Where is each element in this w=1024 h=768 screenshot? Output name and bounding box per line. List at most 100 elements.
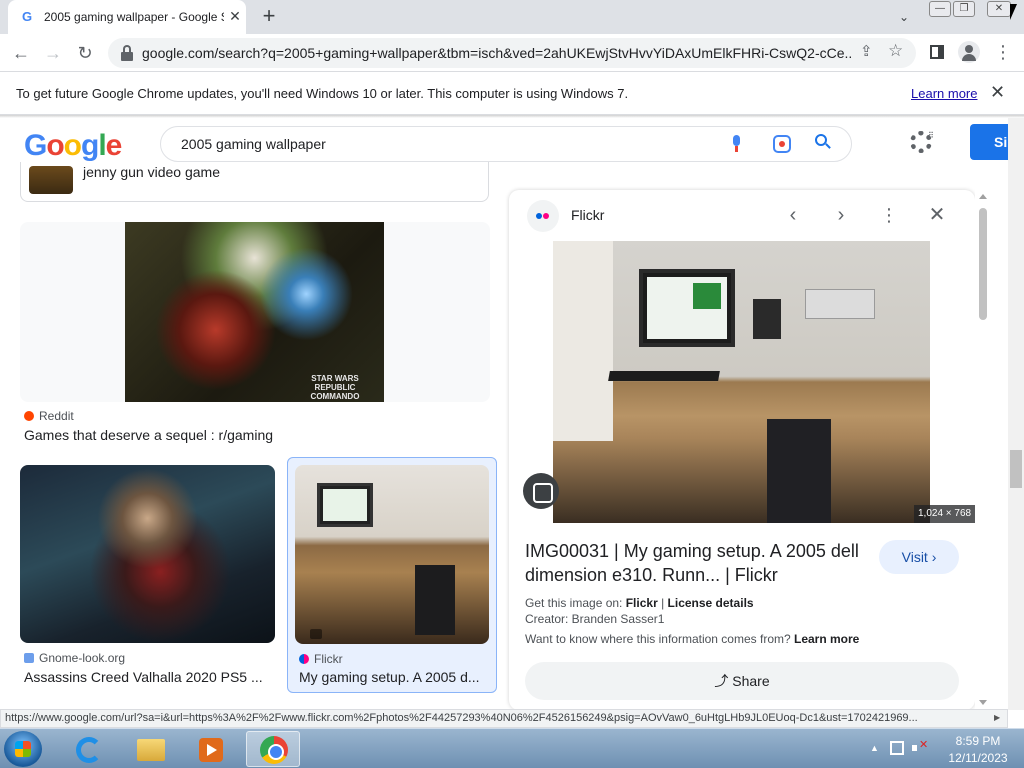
clock-date[interactable]: 12/11/2023 — [942, 751, 1014, 765]
url-text[interactable]: google.com/search?q=2005+gaming+wallpape… — [142, 45, 852, 61]
result-thumbnail[interactable] — [29, 166, 73, 194]
action-center-flag-icon[interactable] — [890, 741, 904, 755]
previous-result-card[interactable]: jenny gun video game — [20, 162, 489, 202]
update-infobar: To get future Google Chrome updates, you… — [0, 73, 1024, 115]
taskbar-internet-explorer[interactable] — [62, 731, 116, 767]
result-title[interactable]: Assassins Creed Valhalla 2020 PS5 ... — [24, 669, 270, 685]
image-result[interactable]: STAR WARS REPUBLIC COMMANDO Reddit Games… — [20, 222, 490, 452]
reload-button[interactable]: ↻ — [72, 40, 98, 66]
show-hidden-icons-arrow-icon[interactable]: ▲ — [870, 743, 879, 753]
google-logo[interactable]: Google — [24, 130, 122, 162]
lock-icon[interactable] — [120, 45, 134, 61]
new-tab-button[interactable]: + — [256, 5, 282, 29]
preview-title[interactable]: IMG00031 | My gaming setup. A 2005 dell … — [525, 539, 865, 587]
preview-image[interactable] — [553, 241, 930, 523]
share-page-icon[interactable]: ⇪ — [860, 42, 873, 60]
previous-result-button[interactable]: ‹ — [779, 202, 807, 230]
gnome-look-icon — [24, 653, 34, 663]
folder-icon — [137, 739, 165, 761]
next-result-button[interactable]: › — [827, 202, 855, 230]
result-title[interactable]: Games that deserve a sequel : r/gaming — [24, 427, 484, 443]
learn-more-link[interactable]: Learn more — [794, 632, 859, 646]
pc-tower-shape — [415, 565, 455, 635]
pc-tower-shape — [767, 419, 831, 523]
google-favicon-icon: G — [22, 9, 33, 24]
search-query-text[interactable]: 2005 gaming wallpaper — [181, 136, 326, 152]
browser-tab[interactable]: G 2005 gaming wallpaper - Google Search … — [8, 0, 246, 34]
window-close-button[interactable]: ✕ — [987, 1, 1011, 17]
result-image[interactable]: STAR WARS REPUBLIC COMMANDO — [125, 222, 384, 402]
bookmark-star-icon[interactable]: ☆ — [888, 41, 903, 61]
windows-taskbar: ▲ ✕ 8:59 PM 12/11/2023 — [0, 728, 1024, 768]
share-button[interactable]: ⤴ Share — [525, 662, 959, 700]
flickr-icon[interactable] — [527, 200, 559, 232]
chrome-menu-icon[interactable]: ⋮ — [994, 40, 1012, 64]
image-dimensions-badge: 1,024 × 768 — [914, 505, 975, 523]
visit-button[interactable]: Visit › — [879, 540, 959, 574]
license-details-link[interactable]: License details — [668, 596, 754, 610]
image-result[interactable]: Gnome-look.org Assassins Creed Valhalla … — [20, 465, 276, 695]
volume-muted-icon[interactable]: ✕ — [912, 739, 928, 755]
window-maximize-button[interactable]: ❐ — [953, 1, 975, 17]
result-image[interactable] — [20, 465, 275, 643]
search-input[interactable]: 2005 gaming wallpaper — [160, 126, 852, 162]
image-result-selected[interactable]: Flickr My gaming setup. A 2005 d... — [287, 457, 497, 693]
page-scrollbar[interactable] — [1008, 118, 1024, 710]
internet-explorer-icon — [76, 737, 102, 763]
forward-button[interactable]: → — [40, 40, 66, 66]
info-source-line: Want to know where this information come… — [525, 632, 860, 646]
address-bar[interactable]: google.com/search?q=2005+gaming+wallpape… — [108, 38, 916, 68]
creator-text: Creator: Branden Sasser1 — [525, 612, 665, 626]
link-status-bar: https://www.google.com/url?sa=i&url=http… — [0, 709, 1008, 728]
result-source[interactable]: Gnome-look.org — [24, 651, 125, 665]
image-preview-panel: Flickr ‹ › ⋮ ✕ 1,024 × 768 IMG00031 | My… — [509, 190, 975, 710]
preview-site-name[interactable]: Flickr — [571, 207, 604, 223]
tab-search-icon[interactable]: ⌄ — [892, 6, 916, 28]
chrome-icon — [260, 736, 288, 764]
scrollbar-thumb[interactable] — [979, 208, 987, 320]
result-title[interactable]: jenny gun video game — [83, 164, 220, 180]
scroll-right-arrow-icon[interactable]: ▶ — [994, 713, 1000, 722]
more-options-icon[interactable]: ⋮ — [875, 202, 903, 230]
profile-avatar-icon[interactable] — [958, 41, 980, 63]
close-preview-button[interactable]: ✕ — [923, 202, 951, 230]
preview-scrollbar[interactable] — [975, 190, 991, 710]
monitor-shape — [317, 483, 373, 527]
scrollbar-thumb[interactable] — [1010, 450, 1022, 488]
result-image-frame[interactable]: STAR WARS REPUBLIC COMMANDO — [20, 222, 490, 402]
media-player-icon — [199, 738, 223, 762]
clock-time[interactable]: 8:59 PM — [942, 734, 1014, 748]
result-image[interactable] — [295, 465, 489, 644]
flickr-icon — [299, 654, 309, 664]
microphone-icon[interactable] — [731, 135, 741, 153]
scroll-down-arrow-icon[interactable] — [979, 700, 987, 705]
tab-close-icon[interactable]: ✕ — [226, 7, 244, 25]
monitor-shape — [639, 269, 735, 347]
side-panel-icon[interactable] — [930, 45, 944, 59]
google-apps-icon[interactable]: ⠿ — [928, 132, 946, 151]
search-icon[interactable] — [815, 134, 833, 152]
taskbar-file-explorer[interactable] — [124, 731, 178, 767]
keyboard-shape — [608, 371, 720, 381]
scroll-up-arrow-icon[interactable] — [979, 194, 987, 199]
start-button[interactable] — [4, 731, 42, 767]
get-site-link[interactable]: Flickr — [626, 596, 658, 610]
search-image-lens-icon[interactable] — [523, 473, 559, 509]
mouse-cursor-icon — [1010, 4, 1017, 20]
taskbar-media-player[interactable] — [184, 731, 238, 767]
google-lens-icon[interactable] — [773, 135, 791, 153]
window-minimize-button[interactable]: — — [929, 1, 951, 17]
image-logo-text: STAR WARS REPUBLIC COMMANDO — [310, 374, 360, 401]
tab-title: 2005 gaming wallpaper - Google Search — [44, 10, 224, 24]
back-button[interactable]: ← — [8, 40, 34, 66]
image-badge-icon — [310, 629, 322, 639]
taskbar-chrome[interactable] — [246, 731, 300, 767]
infobar-close-icon[interactable]: ✕ — [990, 82, 1005, 103]
result-source[interactable]: Reddit — [24, 409, 74, 423]
result-source[interactable]: Flickr — [299, 652, 343, 666]
browser-toolbar: ← → ↻ google.com/search?q=2005+gaming+wa… — [0, 34, 1024, 72]
printer-shape — [805, 289, 875, 319]
result-title[interactable]: My gaming setup. A 2005 d... — [299, 669, 489, 685]
browser-tab-strip: G 2005 gaming wallpaper - Google Search … — [0, 0, 1024, 34]
infobar-learn-more-link[interactable]: Learn more — [911, 86, 977, 101]
